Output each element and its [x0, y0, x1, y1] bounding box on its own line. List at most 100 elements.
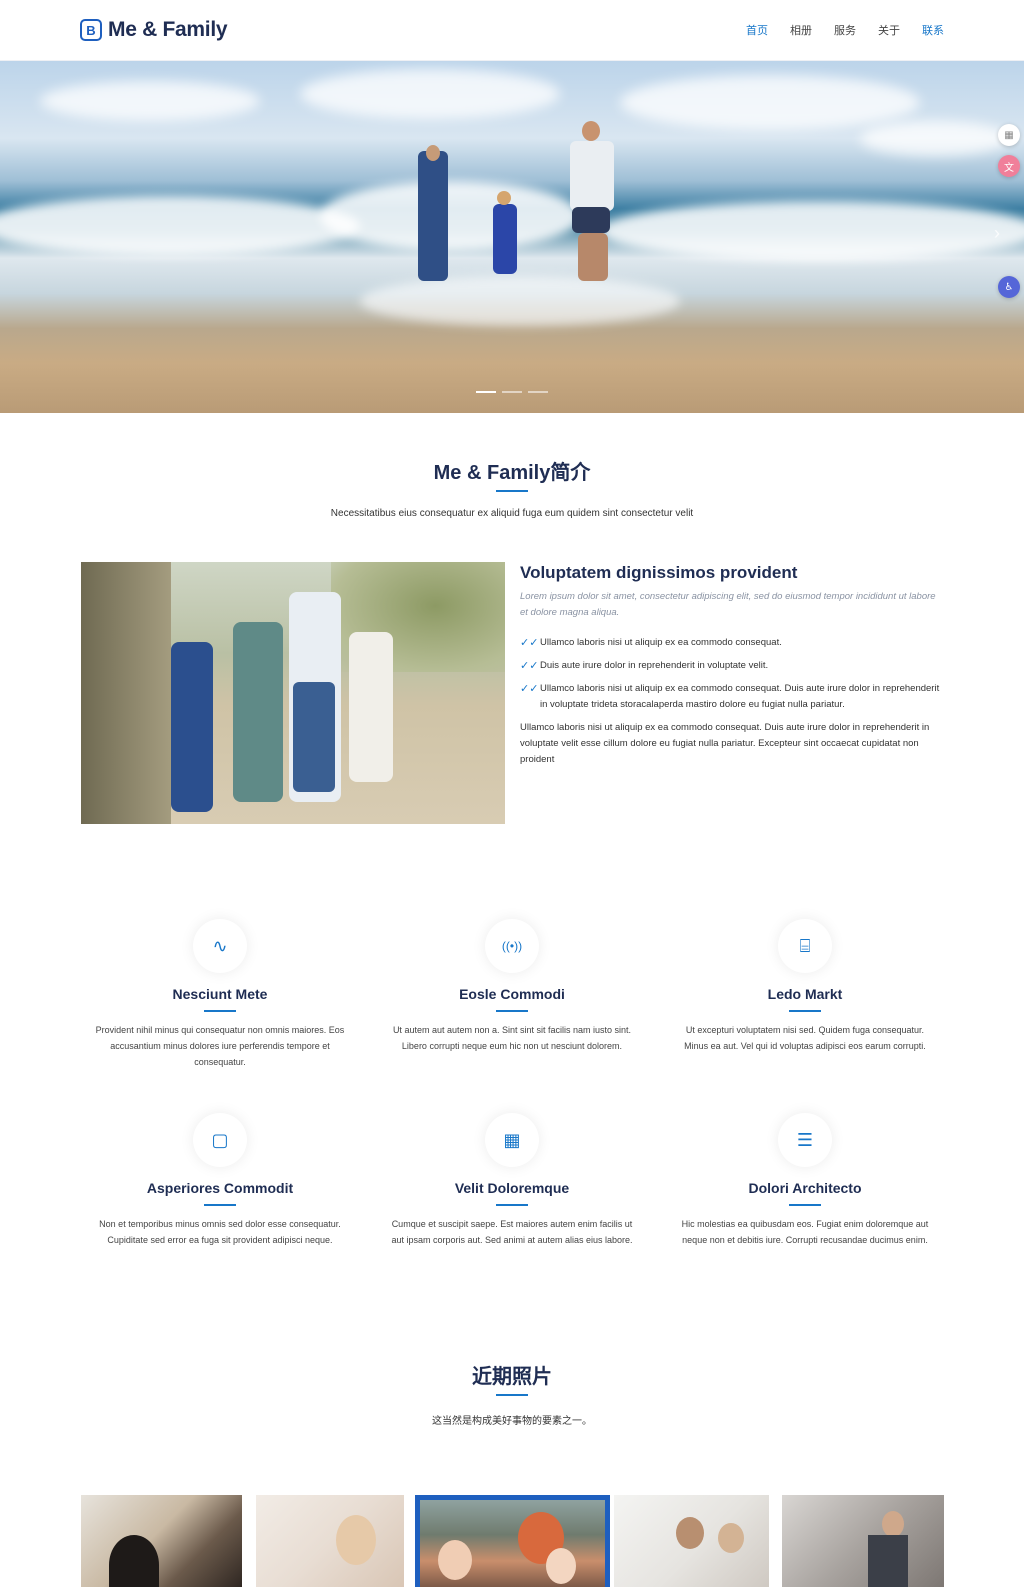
service-title[interactable]: Asperiores Commodit [85, 1180, 355, 1196]
photo-person [718, 1523, 744, 1553]
photo-person [109, 1535, 159, 1587]
nav-services[interactable]: 服务 [834, 22, 856, 38]
carousel-indicator[interactable] [528, 391, 548, 393]
carousel-indicator[interactable] [476, 391, 496, 393]
hero-person-shorts [572, 207, 610, 233]
bounding-box-icon: ▢ [193, 1113, 247, 1167]
hero-wave [360, 276, 680, 326]
bootstrap-icon: B [80, 19, 102, 41]
title-underline [204, 1010, 236, 1012]
about-content: Voluptatem dignissimos provident Lorem i… [520, 563, 940, 768]
hero-cloud [300, 69, 560, 119]
translate-icon[interactable]: 文 [998, 155, 1020, 177]
gallery-section-title: 近期照片 [472, 1366, 552, 1388]
main-nav: 首页 相册 服务 关于 联系 [746, 22, 944, 38]
service-title[interactable]: Dolori Architecto [670, 1180, 940, 1196]
photo-person [868, 1535, 908, 1587]
hero-cloud [40, 81, 260, 121]
brand-logo[interactable]: B Me & Family [80, 18, 228, 42]
site-header: B Me & Family 首页 相册 服务 关于 联系 [0, 0, 1024, 61]
hero-wave [600, 201, 1024, 261]
photo-person [438, 1540, 472, 1580]
check-text: Ullamco laboris nisi ut aliquip ex ea co… [540, 637, 782, 648]
service-card: ((•)) Eosle Commodi Ut autem aut autem n… [377, 919, 647, 1054]
nav-album[interactable]: 相册 [790, 22, 812, 38]
photo-person-girl [349, 632, 393, 782]
check-list-item: ✓✓ Ullamco laboris nisi ut aliquip ex ea… [520, 681, 940, 713]
title-underline [496, 1394, 528, 1396]
service-description: Cumque et suscipit saepe. Est maiores au… [391, 1219, 633, 1245]
gallery-photo[interactable] [81, 1495, 242, 1587]
brand-name: Me & Family [108, 18, 228, 41]
title-underline [789, 1010, 821, 1012]
hero-cloud [620, 75, 920, 130]
service-description: Ut autem aut autem non a. Sint sint sit … [392, 1025, 632, 1051]
nav-home[interactable]: 首页 [746, 22, 768, 38]
grid-icon[interactable]: ▦ [998, 124, 1020, 146]
photo-person-jeans [293, 682, 335, 792]
gallery-photo[interactable] [614, 1495, 769, 1587]
gallery-photo[interactable] [782, 1495, 944, 1587]
photo-person-mother [233, 622, 283, 802]
check-double-icon: ✓✓ [520, 660, 539, 672]
hero-person-head [426, 145, 440, 161]
service-title[interactable]: Velit Doloremque [377, 1180, 647, 1196]
about-heading: Voluptatem dignissimos provident [520, 563, 798, 582]
check-list-item: ✓✓ Ullamco laboris nisi ut aliquip ex ea… [520, 635, 940, 651]
nav-contact[interactable]: 联系 [922, 22, 944, 38]
service-description: Ut excepturi voluptatem nisi sed. Quidem… [684, 1025, 926, 1051]
activity-icon: ∿ [193, 919, 247, 973]
service-card: ⌸ Ledo Markt Ut excepturi voluptatem nis… [670, 919, 940, 1054]
easel-icon: ⌸ [778, 919, 832, 973]
photo-person [676, 1517, 704, 1549]
check-double-icon: ✓✓ [520, 683, 539, 695]
tree-trunk [81, 562, 171, 824]
photo-person [336, 1515, 376, 1565]
carousel-indicators [476, 391, 548, 393]
title-underline [204, 1204, 236, 1206]
title-underline [496, 490, 528, 492]
title-underline [496, 1010, 528, 1012]
service-card: ▦ Velit Doloremque Cumque et suscipit sa… [377, 1113, 647, 1248]
about-section-subtitle: Necessitatibus eius consequatur ex aliqu… [330, 508, 694, 519]
hero-person-head [582, 121, 600, 141]
chat-square-text-icon: ☰ [778, 1113, 832, 1167]
service-card: ☰ Dolori Architecto Hic molestias ea qui… [670, 1113, 940, 1248]
calendar-icon: ▦ [485, 1113, 539, 1167]
hero-cloud [860, 121, 1010, 156]
service-description: Hic molestias ea quibusdam eos. Fugiat e… [681, 1219, 929, 1245]
hero-wave [320, 181, 580, 251]
check-text: Duis aute irure dolor in reprehenderit i… [540, 660, 769, 671]
service-title[interactable]: Eosle Commodi [377, 986, 647, 1002]
service-description: Non et temporibus minus omnis sed dolor … [99, 1219, 341, 1245]
title-underline [496, 1204, 528, 1206]
check-text: Ullamco laboris nisi ut aliquip ex ea co… [540, 683, 940, 710]
service-title[interactable]: Ledo Markt [670, 986, 940, 1002]
hero-person-head [497, 191, 511, 205]
photo-person-boy [171, 642, 213, 812]
title-underline [789, 1204, 821, 1206]
accessibility-icon[interactable]: ♿ [998, 276, 1020, 298]
check-double-icon: ✓✓ [520, 637, 539, 649]
carousel-indicator[interactable] [502, 391, 522, 393]
hero-wave [0, 196, 360, 256]
broadcast-icon: ((•)) [485, 919, 539, 973]
hero-person-mother [418, 151, 448, 281]
hero-person-child [493, 204, 517, 274]
hero-person-father [570, 141, 614, 211]
service-title[interactable]: Nesciunt Mete [85, 986, 355, 1002]
photo-person [882, 1511, 904, 1537]
about-paragraph: Ullamco laboris nisi ut aliquip ex ea co… [520, 722, 930, 765]
service-card: ▢ Asperiores Commodit Non et temporibus … [85, 1113, 355, 1248]
check-list-item: ✓✓ Duis aute irure dolor in reprehenderi… [520, 658, 940, 674]
gallery-section-subtitle: 这当然是构成美好事物的要素之一。 [432, 1416, 592, 1427]
chevron-right-icon[interactable]: › [994, 223, 1000, 244]
hero-person-legs [578, 233, 608, 281]
gallery-photo[interactable] [256, 1495, 404, 1587]
gallery-photo-active[interactable] [415, 1495, 610, 1587]
nav-about[interactable]: 关于 [878, 22, 900, 38]
service-description: Provident nihil minus qui consequatur no… [95, 1025, 345, 1067]
hero-carousel: › [0, 61, 1024, 413]
service-card: ∿ Nesciunt Mete Provident nihil minus qu… [85, 919, 355, 1070]
photo-person [546, 1548, 576, 1584]
